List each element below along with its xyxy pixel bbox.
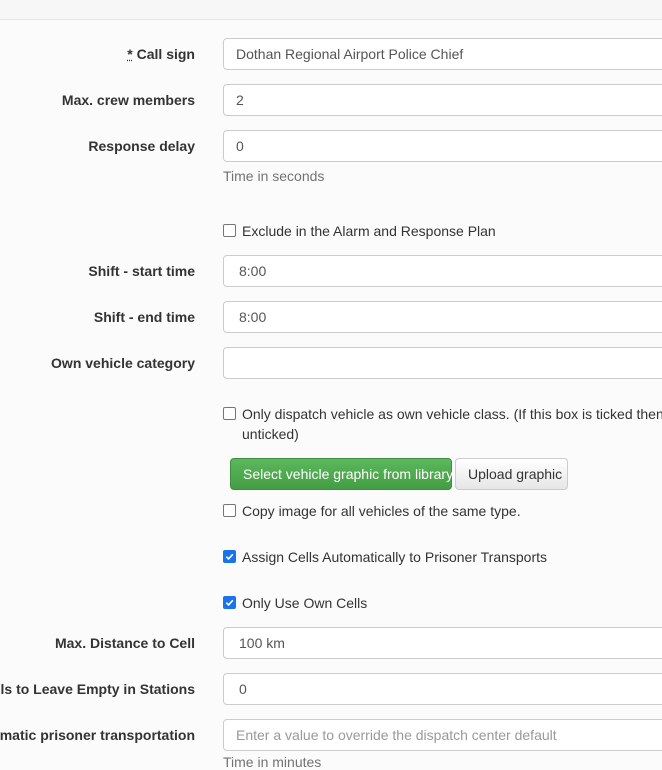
only-dispatch-label-line1: Only dispatch vehicle as own vehicle cla… <box>242 406 662 422</box>
top-bar <box>0 0 662 20</box>
shift-start-input[interactable]: 8:00 <box>223 255 662 287</box>
own-cells-checkbox[interactable] <box>223 596 236 609</box>
call-sign-input[interactable]: Dothan Regional Airport Police Chief <box>223 38 662 70</box>
max-crew-label: Max. crew members <box>61 92 195 108</box>
check-icon <box>225 599 234 607</box>
cells-empty-label: Cells to Leave Empty in Stations <box>0 681 195 697</box>
max-distance-label: Max. Distance to Cell <box>54 635 195 651</box>
response-delay-input[interactable]: 0 <box>223 130 662 162</box>
assign-cells-checkbox[interactable] <box>223 550 236 563</box>
response-delay-help: Time in seconds <box>223 168 325 184</box>
shift-start-label: Shift - start time <box>88 263 195 279</box>
copy-image-row: Copy image for all vehicles of the same … <box>223 501 521 521</box>
exclude-alarm-checkbox[interactable] <box>223 224 236 237</box>
auto-prisoner-label: Automatic prisoner transportation <box>0 727 195 743</box>
shift-end-label: Shift - end time <box>93 309 195 325</box>
check-icon <box>225 553 234 561</box>
assign-cells-row: Assign Cells Automatically to Prisoner T… <box>223 547 547 567</box>
call-sign-label-text: Call sign <box>136 46 195 62</box>
copy-image-checkbox[interactable] <box>223 504 236 517</box>
cells-empty-input[interactable]: 0 <box>223 673 662 705</box>
max-distance-input[interactable]: 100 km <box>223 627 662 659</box>
only-dispatch-own-class-checkbox[interactable] <box>223 407 236 420</box>
select-vehicle-graphic-button[interactable]: Select vehicle graphic from library <box>230 458 453 490</box>
own-vehicle-category-input[interactable] <box>223 347 662 379</box>
auto-prisoner-help: Time in minutes <box>223 754 322 770</box>
exclude-alarm-label: Exclude in the Alarm and Response Plan <box>242 223 496 239</box>
own-cells-label: Only Use Own Cells <box>242 595 368 611</box>
max-crew-input[interactable]: 2 <box>223 84 662 116</box>
copy-image-label: Copy image for all vehicles of the same … <box>242 503 521 519</box>
own-cells-row: Only Use Own Cells <box>223 593 367 613</box>
only-dispatch-own-class-label: Only dispatch vehicle as own vehicle cla… <box>242 404 662 444</box>
auto-prisoner-input[interactable]: Enter a value to override the dispatch c… <box>223 719 662 751</box>
required-mark: * <box>127 46 133 62</box>
only-dispatch-own-class-row: Only dispatch vehicle as own vehicle cla… <box>223 404 662 444</box>
response-delay-label: Response delay <box>88 138 195 154</box>
assign-cells-label: Assign Cells Automatically to Prisoner T… <box>242 549 548 565</box>
own-vehicle-category-label: Own vehicle category <box>51 355 195 371</box>
only-dispatch-label-line2: unticked) <box>242 426 299 442</box>
exclude-alarm-row: Exclude in the Alarm and Response Plan <box>223 221 496 241</box>
upload-graphic-button[interactable]: Upload graphic <box>455 458 568 490</box>
call-sign-label: * Call sign <box>127 46 195 62</box>
shift-end-input[interactable]: 8:00 <box>223 301 662 333</box>
